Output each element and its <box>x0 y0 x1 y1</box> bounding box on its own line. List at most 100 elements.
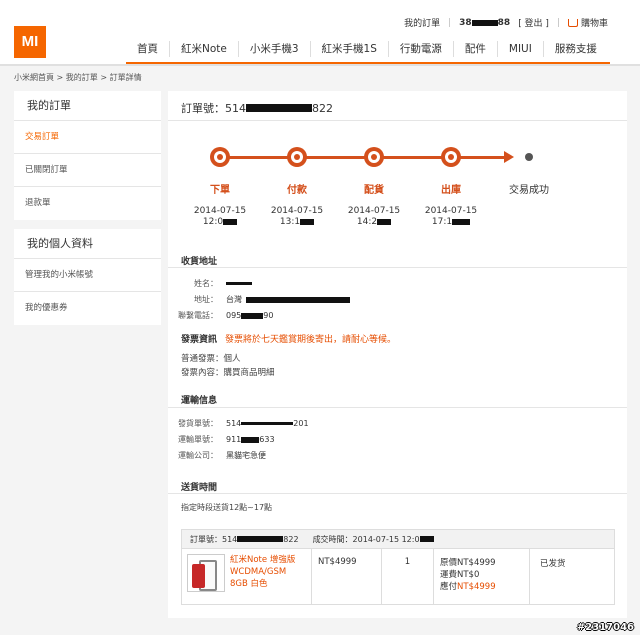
sidebar-item-account[interactable]: 管理我的小米帳號 <box>14 259 161 292</box>
qty-cell: 1 <box>382 549 434 605</box>
redaction <box>246 296 350 303</box>
table-time-label: 成交時間：2014-07-15 12:0 <box>312 534 420 544</box>
sidebar-item-closed-orders[interactable]: 已關閉訂單 <box>14 154 161 187</box>
my-orders-link[interactable]: 我的訂單 <box>404 16 440 29</box>
redaction <box>237 536 284 542</box>
nav-accessories[interactable]: 配件 <box>452 41 497 57</box>
redaction <box>223 218 238 225</box>
step-name: 配貨 <box>364 185 384 196</box>
step-time-value: 17:1 <box>431 217 453 227</box>
address-title: 收貨地址 <box>181 257 218 267</box>
step-picking: 配貨 2014-07-15 14:2 <box>339 147 409 227</box>
tracking-prefix: 911 <box>226 435 242 444</box>
pay-label: 應付 <box>440 582 458 592</box>
table-order-no: 訂單號：514 822 <box>190 534 299 545</box>
nav-redmi-note[interactable]: 紅米Note <box>169 41 238 57</box>
tracking-suffix: 633 <box>259 435 275 444</box>
order-number-label: 訂單號：514 <box>181 102 246 115</box>
user-suffix: 88 <box>497 17 511 28</box>
step-dot-icon <box>287 147 307 167</box>
redaction <box>241 436 260 443</box>
company-value: 黑貓宅急便 <box>226 451 266 460</box>
price-cell: NT$4999 <box>312 549 382 605</box>
shipping-fee: 運費NT$0 <box>440 570 480 580</box>
invoice-type: 普通發票：個人 <box>181 354 241 364</box>
phone-suffix: 90 <box>263 311 274 320</box>
phone-prefix: 095 <box>226 311 242 320</box>
invoice-no-suffix: 201 <box>293 419 309 428</box>
cart-label: 購物車 <box>580 19 608 29</box>
divider <box>168 120 627 121</box>
redaction <box>300 218 315 225</box>
step-ordered: 下單 2014-07-15 12:0 <box>185 147 255 227</box>
product-image[interactable] <box>187 554 225 592</box>
invoice-no-prefix: 514 <box>226 419 242 428</box>
table-order-label: 訂單號：514 <box>190 534 238 544</box>
nav-power-bank[interactable]: 行動電源 <box>387 41 453 57</box>
step-name: 付款 <box>287 185 307 196</box>
redaction <box>377 218 392 225</box>
step-paid: 付款 2014-07-15 13:1 <box>262 147 332 227</box>
amount-cell: 原價NT$4999 運費NT$0 應付NT$4999 <box>434 549 530 605</box>
top-header: MI 我的訂單 | 38 88 [ 登出 ] | 購物車 首頁 紅米Note 小米… <box>0 0 640 66</box>
invoice-no-row: 發貨單號： 514 201 <box>168 418 309 429</box>
step-time: 14:2 <box>339 217 409 227</box>
profile-menu-title: 我的個人資料 <box>14 229 161 259</box>
step-shipped: 出庫 2014-07-15 17:1 <box>416 147 486 227</box>
cart-link[interactable]: 購物車 <box>567 16 608 29</box>
nav-support[interactable]: 服務支援 <box>542 41 608 57</box>
redaction <box>226 282 252 285</box>
status-cell: 已发货 <box>540 559 566 569</box>
invoice-title-text: 發票資訊 <box>181 335 218 345</box>
step-dot-icon <box>364 147 384 167</box>
orders-menu-title: 我的訂單 <box>14 91 161 121</box>
orders-menu: 我的訂單 交易訂單 已關閉訂單 退款單 <box>14 91 161 220</box>
cart-icon <box>567 18 578 27</box>
nav-home[interactable]: 首頁 <box>126 41 169 57</box>
watermark: #2317046 <box>576 622 634 633</box>
nav-redmi-1s[interactable]: 紅米手機1S <box>309 41 388 57</box>
step-name: 交易成功 <box>509 185 549 196</box>
mi-logo[interactable]: MI <box>14 26 46 58</box>
logout-link[interactable]: [ 登出 ] <box>518 16 549 29</box>
order-number-suffix: 822 <box>312 101 333 115</box>
sidebar-item-trade-orders[interactable]: 交易訂單 <box>14 121 161 154</box>
separator: | <box>556 17 560 28</box>
step-name: 下單 <box>210 185 230 196</box>
step-time-value: 14:2 <box>356 217 378 227</box>
nav-miui[interactable]: MIUI <box>496 41 543 57</box>
order-detail-panel: 訂單號：514 822 下單 2014-07-15 12:0 付款 2014-07… <box>168 91 627 618</box>
company-label: 運輸公司： <box>178 451 218 460</box>
invoice-title: 發票資訊 發票將於七天鑑賞期後寄出，請耐心等候。 <box>181 332 396 345</box>
separator: | <box>448 17 452 28</box>
invoice-no-label: 發貨單號： <box>178 419 218 428</box>
user-account[interactable]: 38 88 <box>459 18 510 28</box>
sidebar-item-coupons[interactable]: 我的優惠券 <box>14 292 161 325</box>
name-label: 姓名： <box>194 279 218 288</box>
delivery-title: 送貨時間 <box>181 483 218 493</box>
step-dot-icon <box>441 147 461 167</box>
nav-underline <box>126 62 610 64</box>
step-time: 17:1 <box>416 217 486 227</box>
redaction <box>452 218 471 225</box>
pay-amount: NT$4999 <box>457 582 496 592</box>
step-date: 2014-07-15 <box>347 206 401 216</box>
product-cell: 紅米Note 增強版 WCDMA/GSM 8GB 白色 <box>182 549 312 605</box>
table-row: 紅米Note 增強版 WCDMA/GSM 8GB 白色 NT$4999 1 原價… <box>182 549 614 605</box>
address-label: 地址： <box>194 295 218 304</box>
tracking-label: 運輸單號： <box>178 435 218 444</box>
step-name: 出庫 <box>441 185 461 196</box>
table-order-suffix: 822 <box>283 534 299 544</box>
breadcrumb[interactable]: 小米網首頁 > 我的訂單 > 訂單詳情 <box>14 72 142 83</box>
nav-mi3[interactable]: 小米手機3 <box>237 41 310 57</box>
delivery-value: 指定時段送貨12點~17點 <box>181 503 273 512</box>
redaction <box>419 536 434 542</box>
redaction <box>471 19 498 26</box>
phone-label: 聯繫電話： <box>178 311 218 320</box>
sidebar-item-refunds[interactable]: 退款單 <box>14 187 161 220</box>
pay-amount-row: 應付NT$4999 <box>440 581 523 593</box>
divider <box>168 493 627 494</box>
product-name[interactable]: 紅米Note 增強版 WCDMA/GSM 8GB 白色 <box>230 554 306 600</box>
step-time-value: 13:1 <box>279 217 301 227</box>
shipping-title: 運輸信息 <box>181 396 218 406</box>
